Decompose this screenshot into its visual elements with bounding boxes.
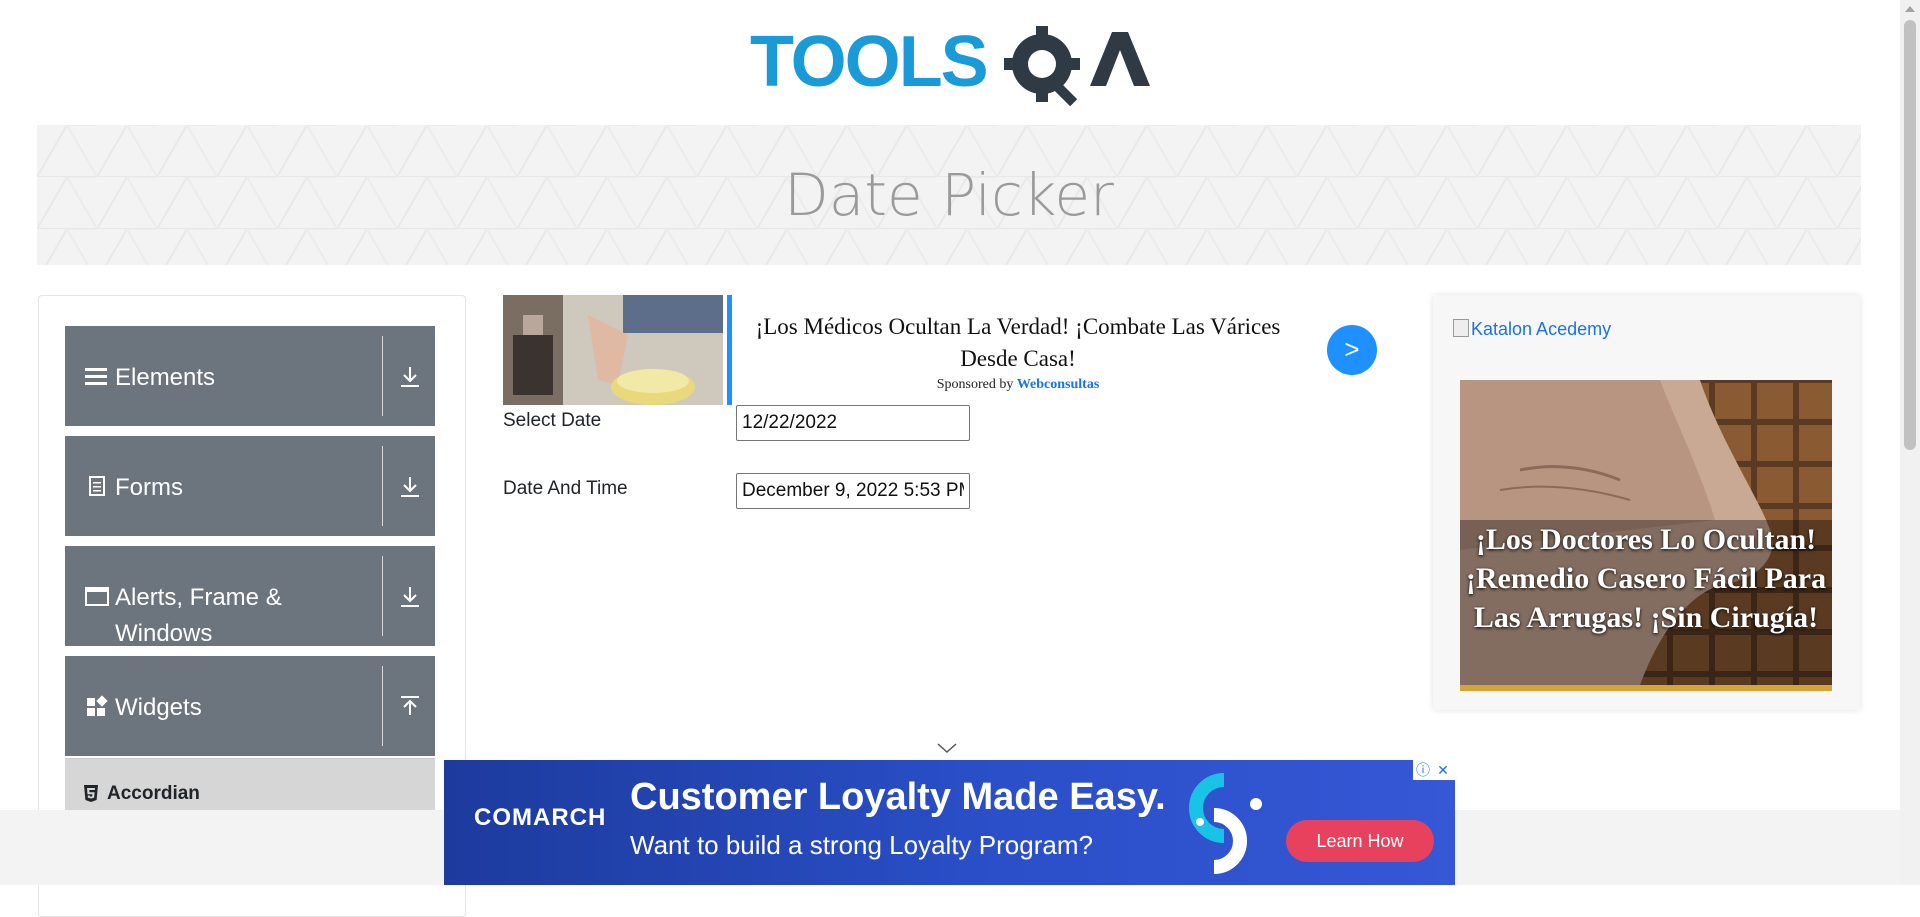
sidebar-group-label: Elements: [115, 364, 216, 391]
sidebar-group-forms[interactable]: Forms: [65, 436, 435, 536]
ad-brand: COMARCH: [474, 804, 607, 831]
sponsor-prefix: Sponsored by: [936, 377, 1014, 392]
divider: [382, 446, 383, 526]
sponsor-name[interactable]: Webconsultas: [1017, 377, 1099, 392]
select-date-input[interactable]: [736, 405, 970, 441]
sidebar-group-label: Forms: [115, 474, 183, 501]
ad-info-icon[interactable]: ⓘ: [1413, 760, 1433, 780]
date-time-input[interactable]: [736, 473, 970, 509]
broken-image-icon: [1453, 319, 1469, 337]
ad-side-panel[interactable]: Katalon Acedemy ¡Los Doctores Lo Ocultan…: [1433, 295, 1860, 710]
sidebar-group-widgets[interactable]: Widgets: [65, 656, 435, 756]
download-arrow-icon[interactable]: [397, 364, 423, 390]
page-title: Date Picker: [784, 161, 1114, 229]
hamburger-icon: [85, 368, 107, 385]
ad-close-icon[interactable]: ✕: [1433, 760, 1453, 780]
scrollbar-thumb[interactable]: [1904, 20, 1916, 450]
ad-side-accent: [1460, 685, 1832, 691]
page-scrollbar[interactable]: [1900, 0, 1920, 885]
ad-bottom-subline: Want to build a strong Loyalty Program?: [630, 830, 1093, 860]
svg-text:TOOLS: TOOLS: [750, 22, 987, 102]
upload-arrow-icon[interactable]: [397, 694, 423, 720]
ad-accent-bar: [727, 295, 732, 405]
widgets-icon: [87, 695, 108, 716]
katalon-ad-link[interactable]: Katalon Acedemy: [1453, 319, 1611, 340]
toolsqa-logo[interactable]: TOOLS: [750, 18, 1155, 113]
ad-bottom-headline: Customer Loyalty Made Easy.: [630, 776, 1166, 818]
ad-controls: ⓘ ✕: [1413, 760, 1455, 780]
select-date-label: Select Date: [503, 410, 602, 431]
sidebar-group-label: Widgets: [115, 694, 202, 721]
scroll-up-icon[interactable]: [1905, 6, 1915, 12]
learn-how-button[interactable]: Learn How: [1286, 820, 1434, 862]
download-arrow-icon[interactable]: [397, 584, 423, 610]
sidebar-group-alerts[interactable]: Alerts, Frame & Windows: [65, 546, 435, 647]
katalon-ad-alt: Katalon Acedemy: [1471, 319, 1612, 339]
divider: [382, 336, 383, 416]
ad-sponsor: Sponsored by Webconsultas: [753, 377, 1283, 393]
ad-photo: [503, 295, 723, 405]
form-icon: [89, 476, 105, 496]
chevron-down-icon[interactable]: [936, 742, 958, 754]
sidebar-group-elements[interactable]: Elements: [65, 326, 435, 426]
ad-side-image[interactable]: ¡Los Doctores Lo Ocultan! ¡Remedio Caser…: [1460, 380, 1832, 685]
ad-banner-bottom[interactable]: COMARCH Customer Loyalty Made Easy. Want…: [444, 760, 1455, 885]
divider: [382, 556, 383, 636]
sidebar-group-label: Alerts, Frame & Windows: [115, 584, 282, 647]
ad-banner-top[interactable]: ¡Los Médicos Ocultan La Verdad! ¡Combate…: [503, 295, 1378, 405]
window-icon: [85, 587, 109, 606]
sidebar-item-label: Accordian: [107, 783, 200, 804]
download-arrow-icon[interactable]: [397, 474, 423, 500]
ad-side-headline: ¡Los Doctores Lo Ocultan! ¡Remedio Caser…: [1465, 523, 1827, 634]
date-time-label: Date And Time: [503, 478, 628, 499]
html5-icon: [84, 785, 98, 802]
divider: [382, 666, 383, 746]
ad-headline[interactable]: ¡Los Médicos Ocultan La Verdad! ¡Combate…: [753, 311, 1283, 375]
ad-decoration: [1189, 773, 1262, 874]
page-banner: Date Picker: [37, 125, 1861, 265]
ad-next-button[interactable]: >: [1327, 325, 1377, 375]
